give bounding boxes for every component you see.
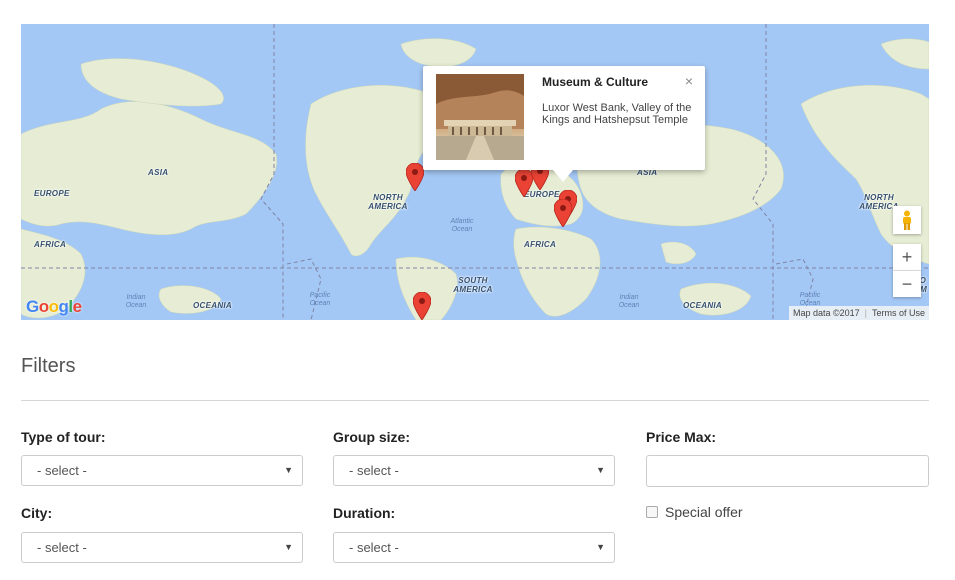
zoom-out-button[interactable]: − bbox=[893, 271, 921, 297]
info-window-tail bbox=[553, 170, 573, 182]
label-north-america: NORTH AMERICA bbox=[368, 193, 408, 211]
special-offer-checkbox[interactable] bbox=[646, 506, 658, 518]
label-africa-left: AFRICA bbox=[34, 240, 67, 249]
special-offer-row[interactable]: Special offer bbox=[646, 504, 743, 520]
price-max-input[interactable] bbox=[646, 455, 929, 487]
label-indian-ocean-right: Indian Ocean bbox=[618, 294, 640, 309]
city-label: City: bbox=[21, 505, 53, 521]
label-oceania-right: OCEANIA bbox=[683, 301, 722, 310]
duration-label: Duration: bbox=[333, 505, 396, 521]
label-europe-left: EUROPE bbox=[34, 189, 70, 198]
type-of-tour-label: Type of tour: bbox=[21, 429, 106, 445]
label-asia-left: ASIA bbox=[148, 168, 169, 177]
section-divider bbox=[21, 400, 929, 401]
group-size-select[interactable]: - select - ▼ bbox=[333, 455, 615, 486]
price-max-label: Price Max: bbox=[646, 429, 717, 445]
google-logo: Google bbox=[26, 297, 82, 316]
chevron-down-icon: ▼ bbox=[596, 542, 605, 552]
world-map[interactable]: ASIA EUROPE AFRICA NORTH AMERICA EUROPE … bbox=[21, 24, 929, 320]
type-of-tour-select[interactable]: - select - ▼ bbox=[21, 455, 303, 486]
footer-separator: | bbox=[864, 308, 867, 318]
info-window-description: Luxor West Bank, Valley of the Kings and… bbox=[542, 102, 692, 126]
map-marker[interactable] bbox=[554, 199, 572, 227]
filters-heading: Filters bbox=[21, 355, 76, 377]
chevron-down-icon: ▼ bbox=[284, 465, 293, 475]
label-indian-ocean-left: Indian Ocean bbox=[125, 294, 147, 309]
label-oceania-left: OCEANIA bbox=[193, 301, 232, 310]
label-africa-center: AFRICA bbox=[524, 240, 557, 249]
group-size-label: Group size: bbox=[333, 429, 411, 445]
info-window-title: Museum & Culture bbox=[542, 75, 649, 89]
map-info-window: Museum & Culture × Luxor West Bank, Vall… bbox=[423, 66, 705, 182]
label-south-america: SOUTH AMERICA bbox=[453, 276, 493, 294]
map-marker[interactable] bbox=[413, 292, 431, 320]
special-offer-label[interactable]: Special offer bbox=[665, 504, 743, 520]
city-value: - select - bbox=[37, 540, 87, 555]
street-view-pegman-icon[interactable] bbox=[893, 206, 921, 234]
map-data-credit: Map data ©2017 bbox=[792, 308, 860, 318]
tour-thumbnail[interactable] bbox=[436, 74, 524, 160]
group-size-value: - select - bbox=[349, 463, 399, 478]
label-atlantic-ocean: Atlantic Ocean bbox=[450, 218, 474, 233]
label-pacific-ocean-left: Pacific Ocean bbox=[309, 292, 331, 307]
map-attribution: Map data ©2017 | Terms of Use bbox=[788, 306, 929, 320]
duration-value: - select - bbox=[349, 540, 399, 555]
terms-of-use-link[interactable]: Terms of Use bbox=[872, 308, 925, 318]
type-of-tour-value: - select - bbox=[37, 463, 87, 478]
map-marker[interactable] bbox=[406, 163, 424, 191]
close-icon[interactable]: × bbox=[685, 73, 693, 89]
chevron-down-icon: ▼ bbox=[284, 542, 293, 552]
city-select[interactable]: - select - ▼ bbox=[21, 532, 303, 563]
chevron-down-icon: ▼ bbox=[596, 465, 605, 475]
duration-select[interactable]: - select - ▼ bbox=[333, 532, 615, 563]
zoom-in-button[interactable]: + bbox=[893, 244, 921, 271]
